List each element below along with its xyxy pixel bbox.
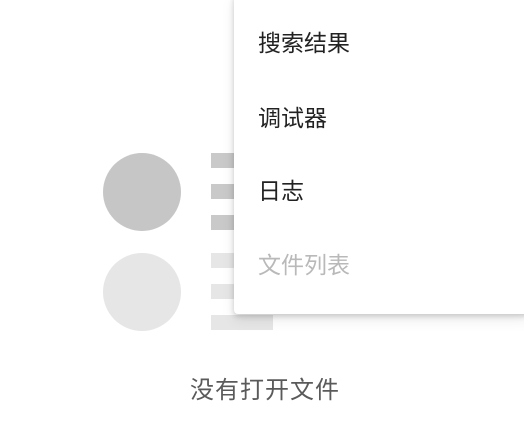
empty-state-message: 没有打开文件 [190, 376, 340, 404]
menu-item-log[interactable]: 日志 [258, 172, 304, 212]
menu-item-file-list: 文件列表 [258, 253, 350, 279]
menu-item-search-results[interactable]: 搜索结果 [258, 24, 350, 64]
editor-area: 没有打开文件 搜索结果 调试器 日志 文件列表 [0, 0, 524, 433]
placeholder-avatar-circle-light [103, 253, 181, 331]
placeholder-line [211, 315, 273, 330]
view-menu-popup: 搜索结果 调试器 日志 文件列表 [234, 0, 524, 314]
placeholder-avatar-circle-dark [103, 153, 181, 231]
menu-item-debugger[interactable]: 调试器 [258, 99, 327, 139]
